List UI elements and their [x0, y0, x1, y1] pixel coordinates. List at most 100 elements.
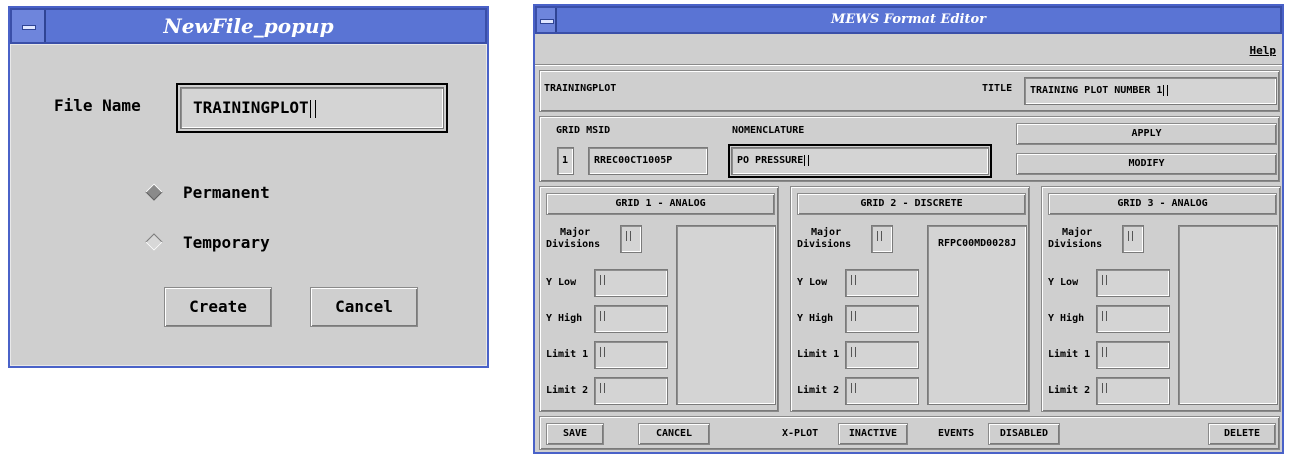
y-high-input[interactable] — [845, 305, 919, 333]
limit1-input[interactable] — [1096, 341, 1170, 369]
format-name: TRAININGPLOT — [544, 83, 617, 94]
text-cursor — [1102, 383, 1107, 393]
text-cursor — [1163, 84, 1169, 96]
grid-msid-label: GRID MSID — [556, 125, 611, 136]
grid-panel-3: GRID 3 - ANALOG Major Divisions Y Low Y High… — [1041, 186, 1281, 412]
y-low-input[interactable] — [1096, 269, 1170, 297]
events-toggle[interactable]: DISABLED — [988, 423, 1060, 445]
editor-titlebar[interactable]: MEWS Format Editor — [535, 6, 1282, 34]
create-button[interactable]: Create — [164, 287, 272, 327]
xplot-label: X-PLOT — [782, 428, 819, 439]
text-cursor — [851, 275, 856, 285]
title-label: TITLE — [982, 83, 1013, 94]
nomenclature-field-frame: PO PRESSURE — [728, 144, 992, 178]
delete-button[interactable]: DELETE — [1208, 423, 1276, 445]
nomenclature-label: NOMENCLATURE — [732, 125, 805, 136]
title-value: TRAINING PLOT NUMBER 1 — [1030, 85, 1163, 96]
limit1-input[interactable] — [594, 341, 668, 369]
limit2-input[interactable] — [845, 377, 919, 405]
text-cursor — [626, 231, 631, 241]
grid-1-header-button[interactable]: GRID 1 - ANALOG — [546, 193, 775, 215]
text-cursor — [1128, 231, 1133, 241]
grid-number-value: 1 — [562, 155, 569, 166]
file-name-field-frame: TRAININGPLOT — [176, 83, 448, 133]
text-cursor — [851, 383, 856, 393]
major-label: Major — [811, 227, 842, 238]
y-high-label: Y High — [1048, 313, 1085, 324]
grid-3-header-button[interactable]: GRID 3 - ANALOG — [1048, 193, 1277, 215]
diamond-radio-selected-icon — [145, 183, 163, 201]
events-label: EVENTS — [938, 428, 975, 439]
y-low-input[interactable] — [845, 269, 919, 297]
grid-2-header-button[interactable]: GRID 2 - DISCRETE — [797, 193, 1026, 215]
limit2-input[interactable] — [1096, 377, 1170, 405]
apply-button[interactable]: APPLY — [1016, 123, 1277, 145]
radio-temporary[interactable]: Temporary — [145, 231, 305, 255]
text-cursor — [1102, 347, 1107, 357]
xplot-toggle[interactable]: INACTIVE — [838, 423, 908, 445]
divisions-label: Divisions — [546, 239, 601, 250]
major-divisions-input[interactable] — [871, 225, 893, 253]
radio-temporary-label: Temporary — [183, 233, 270, 252]
file-name-input[interactable]: TRAININGPLOT — [180, 87, 444, 129]
editor-title: MEWS Format Editor — [830, 12, 987, 27]
modify-button[interactable]: MODIFY — [1016, 153, 1277, 175]
limit2-input[interactable] — [594, 377, 668, 405]
diamond-radio-unselected-icon — [145, 233, 163, 251]
text-cursor — [804, 154, 810, 166]
y-high-label: Y High — [546, 313, 583, 324]
nomenclature-input[interactable]: PO PRESSURE — [731, 147, 989, 175]
text-cursor — [1102, 311, 1107, 321]
text-cursor — [851, 311, 856, 321]
major-divisions-input[interactable] — [1122, 225, 1144, 253]
newfile-popup-window: NewFile_popup File Name TRAININGPLOT Per… — [8, 6, 489, 368]
grid-3-msid-list[interactable] — [1178, 225, 1278, 405]
help-menu[interactable]: Help — [1250, 44, 1277, 57]
y-low-label: Y Low — [797, 277, 828, 288]
text-cursor — [877, 231, 882, 241]
footer-bar: SAVE CANCEL X-PLOT INACTIVE EVENTS DISAB… — [539, 416, 1280, 450]
text-cursor — [309, 99, 316, 118]
editor-cancel-button[interactable]: CANCEL — [638, 423, 710, 445]
grid-1-msid-list[interactable] — [676, 225, 776, 405]
limit2-label: Limit 2 — [1048, 385, 1091, 396]
popup-titlebar[interactable]: NewFile_popup — [10, 8, 487, 44]
popup-body: File Name TRAININGPLOT Permanent Tempora… — [10, 44, 487, 366]
msid-list-item[interactable]: RFPC00MD0028J — [938, 238, 1016, 249]
format-title-section: TRAININGPLOT TITLE TRAINING PLOT NUMBER … — [539, 70, 1280, 112]
limit1-input[interactable] — [845, 341, 919, 369]
msid-value: RREC00CT1005P — [594, 155, 673, 166]
major-label: Major — [1062, 227, 1093, 238]
text-cursor — [851, 347, 856, 357]
cancel-button[interactable]: Cancel — [310, 287, 418, 327]
major-label: Major — [560, 227, 591, 238]
grid-number-input[interactable]: 1 — [557, 147, 574, 175]
msid-input[interactable]: RREC00CT1005P — [588, 147, 708, 175]
nomenclature-value: PO PRESSURE — [737, 155, 804, 166]
text-cursor — [600, 383, 605, 393]
y-low-input[interactable] — [594, 269, 668, 297]
limit1-label: Limit 1 — [1048, 349, 1091, 360]
mews-format-editor-window: MEWS Format Editor Help TRAININGPLOT TIT… — [533, 4, 1284, 454]
divisions-label: Divisions — [1048, 239, 1103, 250]
y-high-label: Y High — [797, 313, 834, 324]
grid-2-msid-list[interactable]: RFPC00MD0028J — [927, 225, 1027, 405]
save-button[interactable]: SAVE — [546, 423, 604, 445]
window-menu-icon[interactable] — [12, 10, 46, 42]
y-high-input[interactable] — [1096, 305, 1170, 333]
limit2-label: Limit 2 — [797, 385, 840, 396]
text-cursor — [600, 347, 605, 357]
text-cursor — [600, 311, 605, 321]
major-divisions-input[interactable] — [620, 225, 642, 253]
y-high-input[interactable] — [594, 305, 668, 333]
file-name-label: File Name — [54, 96, 141, 115]
file-name-value: TRAININGPLOT — [193, 98, 309, 117]
divisions-label: Divisions — [797, 239, 852, 250]
grid-panel-2: GRID 2 - DISCRETE Major Divisions Y Low Y Hi… — [790, 186, 1030, 412]
limit2-label: Limit 2 — [546, 385, 589, 396]
msid-section: GRID MSID NOMENCLATURE 1 RREC00CT1005P P… — [539, 116, 1280, 182]
title-input[interactable]: TRAINING PLOT NUMBER 1 — [1024, 77, 1277, 105]
window-menu-icon[interactable] — [537, 8, 557, 32]
menu-bar: Help — [535, 34, 1282, 65]
radio-permanent[interactable]: Permanent — [145, 181, 305, 205]
